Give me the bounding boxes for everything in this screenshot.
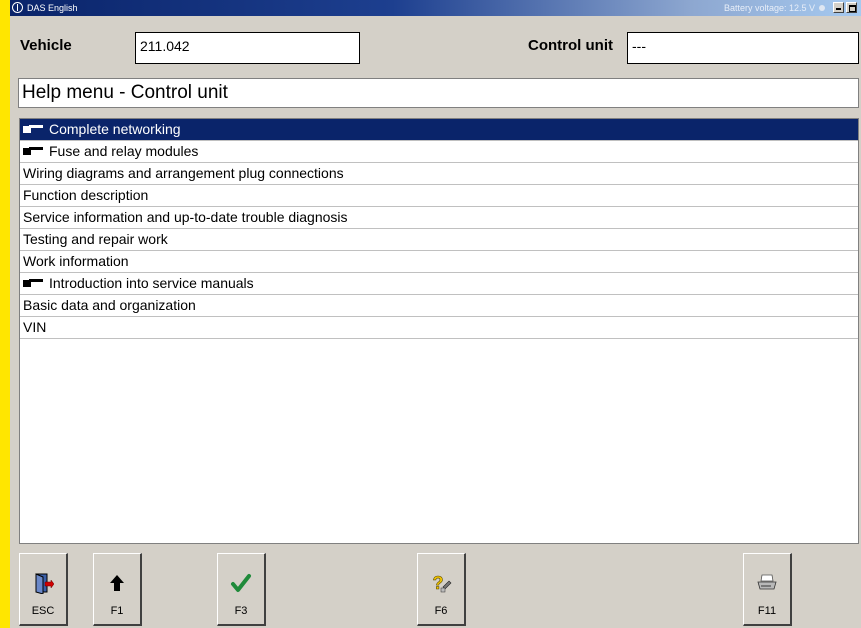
menu-item-label: Basic data and organization	[23, 297, 196, 313]
f6-button[interactable]: ? F6	[417, 553, 466, 626]
f11-key-label: F11	[757, 605, 777, 617]
menu-item[interactable]: Wiring diagrams and arrangement plug con…	[20, 163, 858, 185]
menu-item-label: Testing and repair work	[23, 231, 168, 247]
battery-voltage: Battery voltage: 12.5 V	[723, 3, 815, 13]
maximize-button[interactable]	[846, 2, 857, 13]
mercedes-star-icon	[12, 2, 23, 13]
f6-key-label: F6	[434, 605, 448, 617]
menu-item-label: Complete networking	[49, 121, 181, 137]
menu-item[interactable]: Fuse and relay modules	[20, 141, 858, 163]
menu-item[interactable]: Testing and repair work	[20, 229, 858, 251]
menu-item-label: Introduction into service manuals	[49, 275, 254, 291]
menu-item-label: VIN	[23, 319, 47, 335]
menu-item-label: Wiring diagrams and arrangement plug con…	[23, 165, 344, 181]
f1-key-label: F1	[110, 605, 124, 617]
menu-item[interactable]: Basic data and organization	[20, 295, 858, 317]
menu-item-label: Work information	[23, 253, 129, 269]
vehicle-field[interactable]: 211.042	[135, 32, 360, 64]
menu-item[interactable]: Complete networking	[20, 119, 858, 141]
esc-key-label: ESC	[31, 605, 55, 617]
function-key-bar: ESC F1 F3 ? F6 F11	[10, 546, 861, 628]
page-title: Help menu - Control unit	[18, 78, 859, 108]
control-unit-field[interactable]: ---	[627, 32, 859, 64]
pointing-hand-icon	[23, 124, 43, 133]
minimize-button[interactable]	[833, 2, 844, 13]
title-bar: DAS English Battery voltage: 12.5 V	[10, 0, 861, 16]
exit-door-icon	[35, 573, 54, 594]
f1-button[interactable]: F1	[93, 553, 142, 626]
checkmark-icon	[231, 574, 251, 592]
window-left-stripe	[0, 0, 10, 628]
help-question-icon: ?	[432, 573, 452, 593]
status-indicator-icon	[819, 5, 825, 11]
esc-button[interactable]: ESC	[19, 553, 68, 626]
menu-item-label: Fuse and relay modules	[49, 143, 199, 159]
pointing-hand-icon	[23, 278, 43, 287]
arrow-up-icon	[110, 575, 124, 591]
main-panel: Vehicle 211.042 Control unit --- Help me…	[10, 16, 861, 628]
f11-button[interactable]: F11	[743, 553, 792, 626]
menu-item[interactable]: VIN	[20, 317, 858, 339]
menu-item[interactable]: Function description	[20, 185, 858, 207]
f3-key-label: F3	[234, 605, 248, 617]
menu-item[interactable]: Service information and up-to-date troub…	[20, 207, 858, 229]
menu-item[interactable]: Introduction into service manuals	[20, 273, 858, 295]
help-menu-list: Complete networking Fuse and relay module…	[19, 118, 859, 544]
f3-button[interactable]: F3	[217, 553, 266, 626]
pointing-hand-icon	[23, 146, 43, 155]
control-unit-label: Control unit	[528, 37, 613, 54]
window-title: DAS English	[27, 3, 78, 13]
printer-icon	[757, 574, 777, 590]
vehicle-label: Vehicle	[20, 37, 72, 54]
menu-item-label: Service information and up-to-date troub…	[23, 209, 348, 225]
menu-item-label: Function description	[23, 187, 149, 203]
menu-item[interactable]: Work information	[20, 251, 858, 273]
